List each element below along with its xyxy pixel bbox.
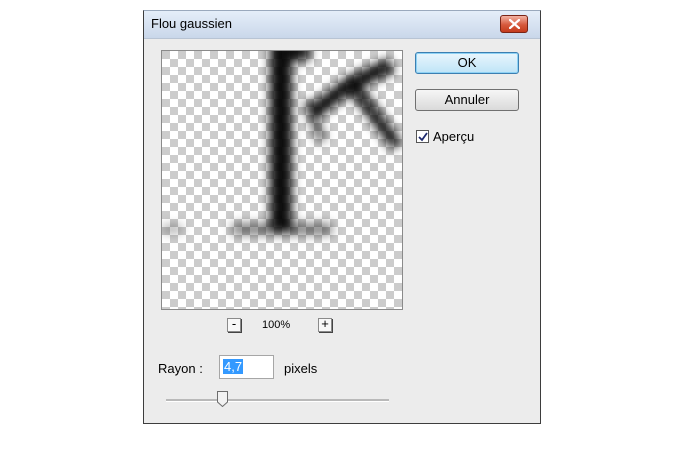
close-button[interactable] bbox=[500, 15, 528, 33]
checkmark-icon bbox=[418, 132, 428, 142]
dialog-title: Flou gaussien bbox=[151, 16, 232, 31]
zoom-in-label: + bbox=[321, 316, 329, 331]
radius-unit: pixels bbox=[284, 361, 318, 376]
ok-button[interactable]: OK bbox=[415, 52, 519, 74]
radius-value: 4,7 bbox=[223, 359, 244, 374]
radius-label: Rayon : bbox=[158, 361, 203, 376]
zoom-in-button[interactable]: + bbox=[318, 316, 332, 332]
zoom-level: 100% bbox=[262, 319, 291, 331]
preview-label[interactable]: Aperçu bbox=[433, 129, 474, 144]
title-bar[interactable]: Flou gaussien bbox=[144, 11, 540, 39]
preview-checkbox[interactable] bbox=[416, 130, 429, 143]
preview-area[interactable] bbox=[161, 50, 403, 310]
preview-image bbox=[162, 51, 402, 309]
radius-slider-track[interactable] bbox=[166, 399, 389, 402]
zoom-out-button[interactable]: - bbox=[227, 316, 241, 332]
zoom-out-label: - bbox=[231, 316, 237, 331]
radius-input[interactable]: 4,7 bbox=[219, 355, 274, 379]
cancel-button[interactable]: Annuler bbox=[415, 89, 519, 111]
close-icon bbox=[509, 19, 520, 29]
gaussian-blur-dialog: Flou gaussien - 100% + OK Annuler Aperçu… bbox=[143, 10, 541, 424]
radius-slider-thumb[interactable] bbox=[216, 391, 228, 407]
